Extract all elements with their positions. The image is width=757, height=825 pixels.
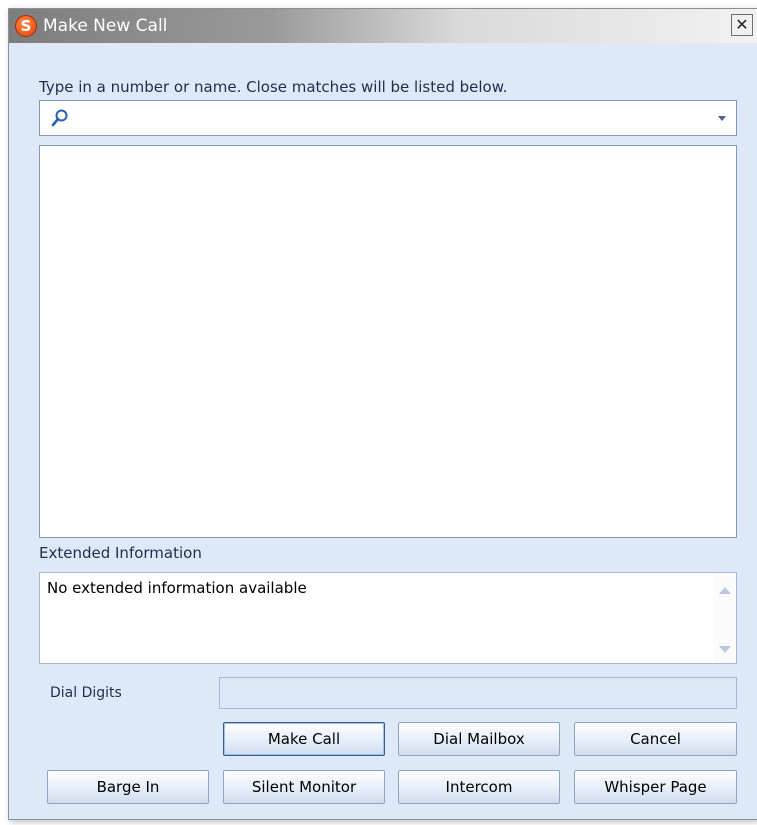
barge-in-button[interactable]: Barge In [47, 770, 209, 804]
title-bar[interactable]: S Make New Call ✕ [9, 9, 757, 43]
window-title: Make New Call [43, 16, 168, 36]
search-input[interactable] [80, 105, 704, 133]
extended-info-label: Extended Information [39, 544, 202, 562]
make-call-button[interactable]: Make Call [223, 722, 385, 756]
extended-info-text: No extended information available [47, 579, 307, 597]
extended-info-box: No extended information available [39, 572, 737, 664]
cancel-button[interactable]: Cancel [574, 722, 737, 756]
silent-monitor-button[interactable]: Silent Monitor [223, 770, 385, 804]
intercom-button[interactable]: Intercom [398, 770, 560, 804]
search-prompt: Type in a number or name. Close matches … [39, 78, 508, 96]
scroll-down-icon[interactable] [719, 646, 731, 653]
close-button[interactable]: ✕ [731, 14, 753, 36]
extended-info-scrollbar[interactable] [714, 573, 736, 663]
whisper-page-button[interactable]: Whisper Page [574, 770, 737, 804]
search-icon [51, 109, 68, 127]
dial-digits-label: Dial Digits [50, 685, 122, 701]
matches-list[interactable] [39, 145, 737, 538]
scroll-up-icon[interactable] [719, 587, 731, 594]
chevron-down-icon[interactable] [718, 116, 726, 121]
app-logo-icon: S [15, 15, 37, 37]
search-combobox[interactable] [39, 100, 737, 136]
dial-mailbox-button[interactable]: Dial Mailbox [398, 722, 560, 756]
dial-digits-field[interactable] [219, 677, 737, 709]
